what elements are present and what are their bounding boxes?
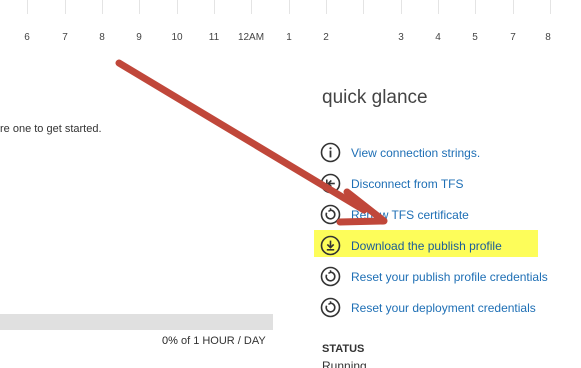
quick-glance-item-disconnect-tfs[interactable]: Disconnect from TFS — [320, 168, 581, 199]
time-tick: 8 — [99, 32, 105, 43]
reset-icon[interactable] — [320, 297, 341, 318]
reset-publish-profile-credentials-link[interactable]: Reset your publish profile credentials — [351, 270, 548, 284]
quick-glance-item-reset-deployment-credentials[interactable]: Reset your deployment credentials — [320, 292, 581, 323]
time-axis: 6 7 8 9 10 11 12AM 1 2 3 4 5 7 8 — [0, 0, 581, 45]
time-tick: 12AM — [237, 32, 265, 43]
quick-glance-item-view-connection-strings[interactable]: View connection strings. — [320, 137, 581, 168]
disconnect-tfs-link[interactable]: Disconnect from TFS — [351, 177, 463, 191]
grid-line — [214, 0, 215, 14]
time-tick: 8 — [545, 32, 551, 43]
status-value: Running — [322, 359, 367, 368]
time-tick: 1 — [286, 32, 292, 43]
quick-glance-item-renew-tfs-certificate[interactable]: Renew TFS certificate — [320, 199, 581, 230]
empty-state-message: re one to get started. — [0, 123, 102, 135]
usage-percent: 0% — [162, 335, 178, 347]
grid-line — [102, 0, 103, 14]
grid-line — [363, 0, 364, 14]
quick-glance-item-download-publish-profile[interactable]: Download the publish profile — [314, 230, 581, 261]
grid-line — [289, 0, 290, 14]
usage-label: 0% of 1 HOUR / DAY — [162, 335, 266, 347]
quick-glance-item-reset-publish-profile-credentials[interactable]: Reset your publish profile credentials — [320, 261, 581, 292]
time-tick: 9 — [136, 32, 142, 43]
grid-line — [438, 0, 439, 14]
quick-glance-list: View connection strings. Disconnect from… — [314, 137, 581, 323]
refresh-icon[interactable] — [320, 204, 341, 225]
page: 6 7 8 9 10 11 12AM 1 2 3 4 5 7 8 re one … — [0, 0, 581, 368]
time-tick: 5 — [472, 32, 478, 43]
grid-line — [139, 0, 140, 14]
grid-line — [401, 0, 402, 14]
time-tick: 3 — [398, 32, 404, 43]
status-label: STATUS — [322, 343, 365, 355]
grid-line — [27, 0, 28, 14]
time-tick: 7 — [62, 32, 68, 43]
grid-line — [65, 0, 66, 14]
quick-glance-title: quick glance — [322, 87, 428, 108]
grid-line — [475, 0, 476, 14]
time-tick: 7 — [510, 32, 516, 43]
grid-line — [251, 0, 252, 14]
usage-bar — [0, 314, 273, 330]
reset-icon[interactable] — [320, 266, 341, 287]
info-icon[interactable] — [320, 142, 341, 163]
grid-line — [177, 0, 178, 14]
time-tick: 6 — [24, 32, 30, 43]
time-tick: 10 — [171, 32, 183, 43]
time-tick: 4 — [435, 32, 441, 43]
grid-line — [326, 0, 327, 14]
grid-line — [550, 0, 551, 14]
time-tick: 11 — [208, 32, 220, 43]
usage-quota: of 1 HOUR / DAY — [177, 335, 266, 347]
renew-tfs-certificate-link[interactable]: Renew TFS certificate — [351, 208, 469, 222]
download-publish-profile-link[interactable]: Download the publish profile — [351, 239, 502, 253]
download-icon[interactable] — [320, 235, 341, 256]
view-connection-strings-link[interactable]: View connection strings. — [351, 146, 480, 160]
disconnect-icon[interactable] — [320, 173, 341, 194]
time-tick: 2 — [323, 32, 329, 43]
grid-line — [513, 0, 514, 14]
reset-deployment-credentials-link[interactable]: Reset your deployment credentials — [351, 301, 536, 315]
